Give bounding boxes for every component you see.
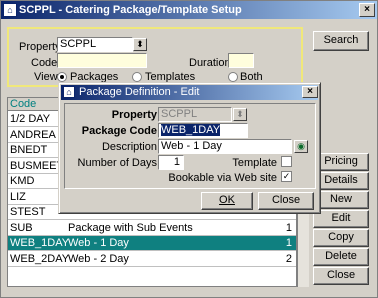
row-code: 1/2 DAY [10,113,51,125]
dlg-bookable-checkbox[interactable]: ✓ [281,171,292,182]
row-description: Package with Sub Events [68,221,193,234]
edit-button[interactable]: Edit [313,210,369,228]
row-description: Web - 2 Day [68,252,129,265]
row-days: 2 [285,252,292,265]
dlg-bookable-label: Bookable via Web site [168,172,277,184]
view-packages-radio[interactable] [57,72,67,82]
row-code: ANDREA [10,128,56,141]
close-button[interactable]: Close [313,267,369,285]
view-label: View [34,71,58,83]
row-code: LIZ [10,190,26,203]
table-row[interactable]: SUB Package with Sub Events 1 [8,221,296,236]
view-templates-radio[interactable] [132,72,142,82]
dlg-property-dropdown-icon: ⬍ [233,108,247,121]
app-icon: ⌂ [3,3,17,17]
window-titlebar: ⌂ SCPPL - Catering Package/Template Setu… [1,1,377,19]
row-description: Web - 1 Day [68,237,129,249]
dlg-days-label: Number of Days [77,157,157,169]
table-row[interactable]: WEB_2DAY Web - 2 Day 2 [8,252,296,267]
pricing-button[interactable]: Pricing [313,153,369,171]
code-field[interactable] [57,53,147,68]
dlg-package-code-field[interactable]: WEB_1DAY [158,123,248,138]
dlg-description-field[interactable]: Web - 1 Day [158,139,292,154]
dlg-package-code-value: WEB_1DAY [161,124,221,136]
dialog-close-icon[interactable]: × [302,86,318,98]
copy-button[interactable]: Copy [313,229,369,247]
details-button[interactable]: Details [313,172,369,190]
dlg-close-button[interactable]: Close [258,192,314,210]
view-both-radio[interactable] [228,72,238,82]
dlg-template-label: Template [232,157,277,169]
row-code: BNEDT [10,144,48,156]
search-button[interactable]: Search [313,31,369,51]
globe-icon[interactable]: ◉ [294,140,308,153]
close-icon[interactable]: × [359,3,375,17]
dlg-ok-button[interactable]: OK [201,192,253,210]
dlg-days-field[interactable]: 1 [158,155,184,170]
dialog-inner-panel: Property SCPPL ⬍ Package Code WEB_1DAY D… [64,103,316,189]
row-code: STEST [10,206,46,218]
dlg-property-label: Property [111,109,157,121]
dialog-titlebar: ⌂ Package Definition - Edit × [61,85,318,100]
dlg-package-code-label: Package Code [81,125,157,137]
window-title: SCPPL - Catering Package/Template Setup [19,4,242,16]
delete-button[interactable]: Delete [313,248,369,266]
dlg-template-checkbox[interactable] [281,156,292,167]
row-code: BUSMEET [10,159,64,172]
duration-label: Duration [189,57,231,69]
row-days: 1 [285,237,292,249]
dlg-ok-label: OK [219,194,235,206]
row-code: KMD [10,175,35,187]
row-code: WEB_2DAY [10,252,70,265]
table-row[interactable]: WEB_1DAY Web - 1 Day 1 [8,236,296,251]
row-code: WEB_1DAY [10,237,70,249]
new-button[interactable]: New [313,191,369,209]
row-days: 1 [285,221,292,234]
package-definition-dialog: ⌂ Package Definition - Edit × Property S… [58,82,321,214]
dialog-title: Package Definition - Edit [79,86,200,98]
duration-field[interactable] [228,53,254,68]
code-label: Code [31,57,58,69]
dlg-property-field: SCPPL [158,107,232,122]
property-dropdown-icon[interactable]: ⬍ [133,38,147,51]
property-label: Property [19,41,61,53]
property-field[interactable]: SCPPL [57,37,133,52]
row-code: SUB [10,221,33,234]
dialog-app-icon: ⌂ [63,86,75,98]
dlg-description-label: Description [101,141,157,153]
